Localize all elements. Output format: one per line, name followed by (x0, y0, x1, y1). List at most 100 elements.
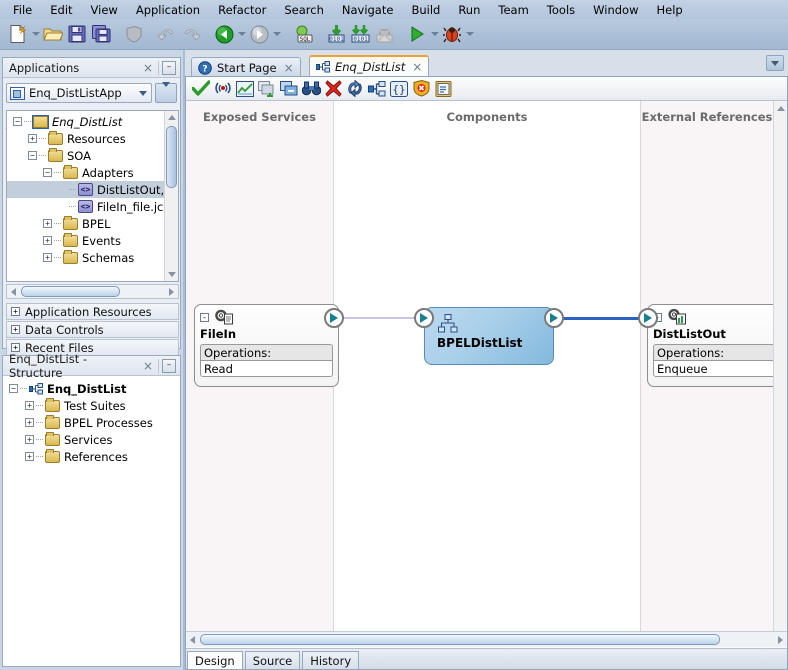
compile-icon[interactable]: 0101 (324, 22, 348, 46)
tree-node-resources[interactable]: + Resources (7, 130, 178, 147)
undo-icon[interactable] (155, 22, 179, 46)
forward-dropdown-arrow[interactable] (271, 22, 282, 46)
sql-icon[interactable]: SQL (291, 22, 315, 46)
tree-node-soa[interactable]: − SOA (7, 147, 178, 164)
service-filein-operation-read[interactable]: Read (200, 360, 333, 377)
forward-icon[interactable] (247, 22, 271, 46)
hscroll-right-arrow[interactable] (165, 285, 178, 298)
project-tree-hscrollbar[interactable] (6, 284, 179, 299)
tree-expander[interactable]: + (43, 253, 52, 262)
new-icon[interactable] (6, 22, 30, 46)
application-combo[interactable]: Enq_DistListApp (6, 83, 152, 103)
run-icon[interactable] (405, 22, 429, 46)
tree-node-adapters[interactable]: − Adapters (7, 164, 178, 181)
menu-item-window[interactable]: Window (584, 2, 647, 18)
menu-item-file[interactable]: File (4, 2, 41, 18)
tree-expander[interactable]: + (28, 134, 37, 143)
save-all-icon[interactable] (89, 22, 113, 46)
project-tree-hscroll-thumb[interactable] (21, 286, 120, 297)
canvas-hscrollbar[interactable] (186, 631, 787, 647)
view-tab-source[interactable]: Source (244, 651, 301, 669)
editor-tab-start-page[interactable]: ? Start Page × (191, 57, 301, 77)
structure-node-services[interactable]: + Services (7, 431, 180, 448)
tree-expander[interactable]: + (43, 236, 52, 245)
tree-expander[interactable]: + (25, 435, 34, 444)
menu-item-help[interactable]: Help (647, 2, 691, 18)
component-input-port[interactable] (414, 308, 434, 328)
reference-distlistout-operation-enqueue[interactable]: Enqueue (653, 360, 786, 377)
tree-node-bpel[interactable]: + BPEL (7, 215, 178, 232)
canvas-vscrollbar[interactable] (773, 101, 787, 647)
tree-expander[interactable]: + (25, 401, 34, 410)
chart-icon[interactable] (234, 78, 256, 100)
scroll-down-arrow[interactable] (166, 268, 178, 281)
tree-expander[interactable]: + (25, 418, 34, 427)
wire-filein-to-bpel[interactable] (334, 317, 424, 319)
chevron-down-icon[interactable] (135, 90, 151, 96)
tree-expander[interactable]: − (9, 384, 18, 393)
structure-node-references[interactable]: + References (7, 448, 180, 465)
menu-item-run[interactable]: Run (449, 2, 489, 18)
application-menu-button[interactable] (155, 81, 177, 103)
project-tree-vscrollbar[interactable] (164, 111, 178, 281)
properties-icon[interactable] (432, 78, 454, 100)
remove-component-icon[interactable] (278, 78, 300, 100)
expression-icon[interactable]: {} (388, 78, 410, 100)
shield-icon[interactable] (122, 22, 146, 46)
plus-icon[interactable]: + (11, 307, 20, 316)
debug-icon[interactable] (440, 22, 464, 46)
save-icon[interactable] (65, 22, 89, 46)
menu-item-build[interactable]: Build (402, 2, 449, 18)
collapsed-section-data-controls[interactable]: + Data Controls (6, 321, 179, 338)
structure-tree[interactable]: − Enq_DistList + Test Suites + BPEL Processes… (3, 376, 180, 465)
find-icon[interactable] (300, 78, 322, 100)
menu-item-navigate[interactable]: Navigate (333, 2, 403, 18)
menu-item-tools[interactable]: Tools (538, 2, 584, 18)
view-tab-design[interactable]: Design (187, 651, 243, 669)
editor-tab-close-icon[interactable]: × (284, 61, 294, 75)
tree-expander[interactable]: − (28, 151, 37, 160)
scroll-up-arrow[interactable] (166, 111, 178, 124)
deploy-icon[interactable] (212, 78, 234, 100)
service-filein[interactable]: - FileIn Operations: Read (194, 304, 339, 387)
tree-node-events[interactable]: + Events (7, 232, 178, 249)
component-bpeldistlist[interactable]: BPELDistList (424, 307, 554, 365)
menu-item-refactor[interactable]: Refactor (209, 2, 275, 18)
reference-distlistout[interactable]: - DistListOut Operations: Enqueue (647, 304, 787, 387)
hscroll-left-arrow[interactable] (7, 285, 20, 298)
open-icon[interactable] (41, 22, 65, 46)
debug-dropdown-arrow[interactable] (464, 22, 475, 46)
editor-tab-enq_distlist[interactable]: Enq_DistList × (309, 55, 430, 77)
tree-node-enq-distlist[interactable]: − Enq_DistList (7, 113, 178, 130)
wire-bpel-to-distlistout[interactable] (551, 317, 646, 320)
menu-item-search[interactable]: Search (275, 2, 333, 18)
delete-icon[interactable] (322, 78, 344, 100)
service-filein-port[interactable] (324, 308, 344, 328)
tree-node-distlistout[interactable]: <> DistListOut, (7, 181, 178, 198)
editor-tab-close-icon[interactable]: × (412, 60, 422, 74)
applications-panel-close-icon[interactable]: × (138, 61, 158, 75)
component-output-port[interactable] (544, 308, 564, 328)
collapsed-section-application-resources[interactable]: + Application Resources (6, 303, 179, 320)
tree-node-filein-file-jc[interactable]: <> FileIn_file.jc (7, 198, 178, 215)
structure-panel-minimize-icon[interactable]: – (162, 358, 176, 373)
structure-node-enq-distlist[interactable]: − Enq_DistList (7, 380, 180, 397)
canvas-hscroll-thumb[interactable] (200, 634, 720, 645)
plus-icon[interactable]: + (11, 325, 20, 334)
project-tree-scrollpane[interactable]: − Enq_DistList + Resources − SOA − Adapters <> Di… (6, 110, 179, 282)
collapse-icon[interactable]: - (200, 313, 209, 322)
tree-expander[interactable]: + (25, 452, 34, 461)
rebuild-icon[interactable]: 0101 (348, 22, 372, 46)
add-component-icon[interactable] (256, 78, 278, 100)
canvas-hscroll-right-arrow[interactable] (774, 633, 787, 646)
refresh-icon[interactable] (344, 78, 366, 100)
menu-item-team[interactable]: Team (489, 2, 537, 18)
run-dropdown-arrow[interactable] (429, 22, 440, 46)
reference-distlistout-port[interactable] (638, 308, 658, 328)
menu-item-application[interactable]: Application (127, 2, 209, 18)
tree-expander[interactable]: − (13, 117, 22, 126)
structure-node-test-suites[interactable]: + Test Suites (7, 397, 180, 414)
redo-icon[interactable] (179, 22, 203, 46)
structure-node-bpel-processes[interactable]: + BPEL Processes (7, 414, 180, 431)
menu-item-view[interactable]: View (82, 2, 127, 18)
